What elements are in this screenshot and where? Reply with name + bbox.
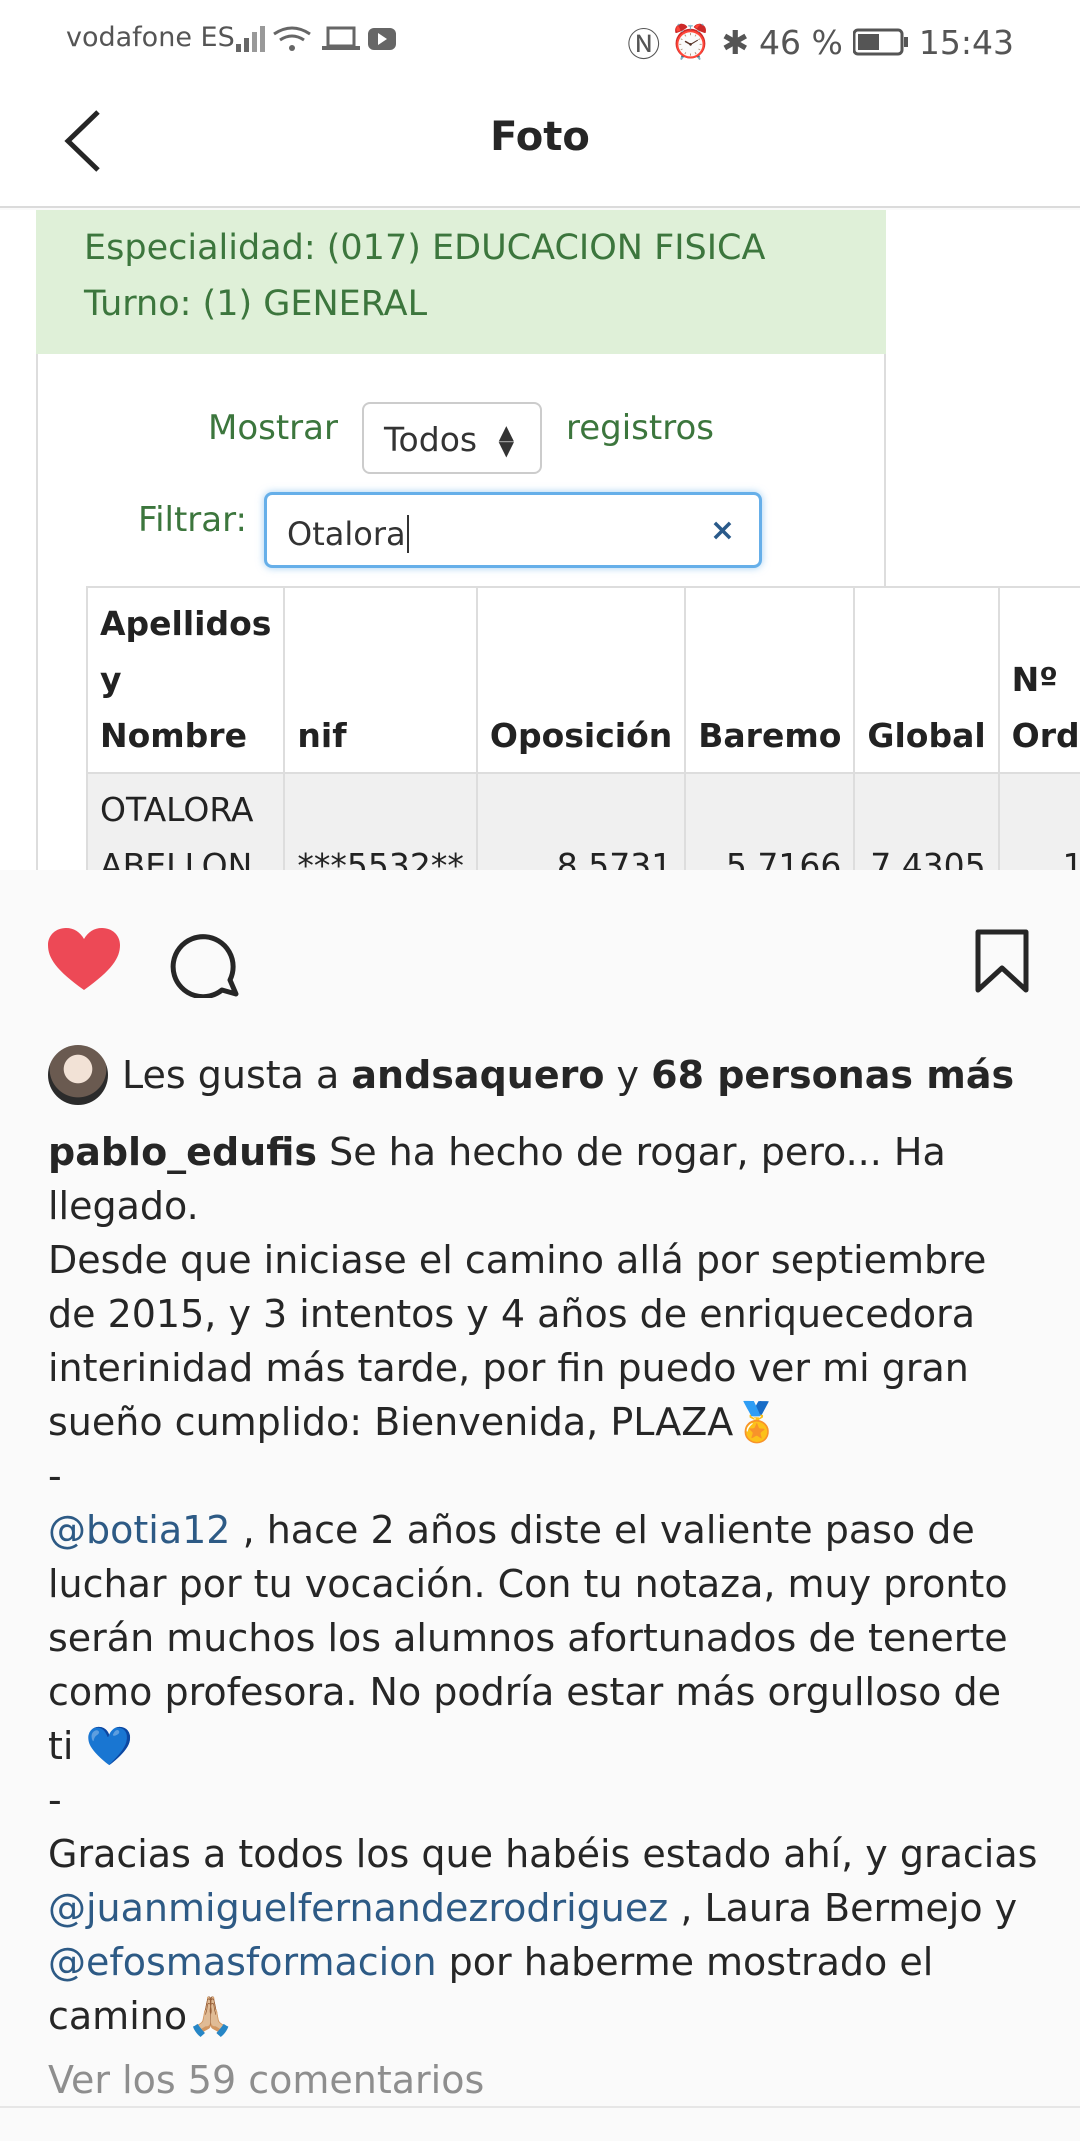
post-actions [0, 920, 1080, 1010]
status-right: Ⓝ ⏰ ✱ 46 % 15:43 [627, 18, 1014, 66]
photo-alert-box: Especialidad: (017) EDUCACION FISICA Tur… [36, 210, 886, 354]
table-header: nif [283, 586, 478, 774]
caption-username[interactable]: pablo_edufis [48, 1130, 317, 1174]
photo-records-select: Todos ▲ ▼ [362, 402, 542, 474]
photo-results-table: Apellidos y Nombre nif Oposición Baremo … [85, 586, 1080, 870]
table-cell: 8.5731 [475, 772, 687, 870]
table-header: Nº Orden [997, 586, 1080, 774]
alarm-icon: ⏰ [670, 22, 712, 61]
caption-text: Gracias a todos los que habéis estado ah… [48, 1832, 1038, 1876]
caption-paragraph: Desde que iniciase el camino allá por se… [48, 1238, 987, 1444]
likes-and: y [616, 1053, 640, 1097]
photo-filter-value: Otalora [287, 515, 406, 553]
comment-icon[interactable] [170, 928, 240, 998]
sort-arrows-icon: ▲ ▼ [498, 420, 514, 460]
caption-line-1: pablo_edufis Se ha hecho de rogar, pero.… [48, 1125, 1038, 1233]
signal-wifi-icons [236, 26, 396, 52]
avatar [48, 1045, 108, 1105]
photo-select-value: Todos [384, 420, 478, 459]
likes-row[interactable]: Les gusta a andsaquero y 68 personas más [48, 1045, 1014, 1105]
clear-icon: × [709, 513, 735, 548]
photo-turno: Turno: (1) GENERAL [84, 284, 428, 324]
battery-icon [852, 28, 908, 56]
divider [0, 2106, 1080, 2108]
view-comments-link[interactable]: Ver los 59 comentarios [48, 2058, 484, 2102]
table-header: Baremo [684, 586, 856, 774]
caption-text: , Laura Bermejo y [680, 1886, 1018, 1930]
status-bar: vodafone ES Ⓝ ⏰ ✱ 46 % 15:43 [0, 0, 1080, 76]
heart-icon[interactable] [46, 926, 122, 992]
table-cell: OTALORA ABELLON , PABLO [85, 772, 286, 870]
mention-link[interactable]: @juanmiguelfernandezrodriguez [48, 1886, 668, 1930]
post-caption: pablo_edufis Se ha hecho de rogar, pero.… [48, 1125, 1038, 2043]
likes-others[interactable]: 68 personas más [651, 1053, 1014, 1097]
photo-mostrar-label: Mostrar [208, 408, 338, 448]
photo-registros-label: registros [566, 408, 714, 448]
photo-filtrar-label: Filtrar: [138, 500, 247, 540]
page-title: Foto [490, 114, 590, 160]
caption-paragraph: Gracias a todos los que habéis estado ah… [48, 1827, 1038, 2043]
table-cell: 5.7166 [684, 772, 856, 870]
caption-paragraph: @botia12 , hace 2 años diste el valiente… [48, 1503, 1038, 1773]
table-cell: 121 [997, 772, 1080, 870]
likes-prefix: Les gusta a [122, 1053, 340, 1097]
clock: 15:43 [918, 22, 1014, 62]
mention-link[interactable]: @botia12 [48, 1508, 230, 1552]
nfc-icon: Ⓝ [627, 25, 661, 64]
caption-dash: - [48, 1778, 62, 1822]
table-cell: 7.4305 [853, 772, 1000, 870]
post-photo[interactable]: Especialidad: (017) EDUCACION FISICA Tur… [0, 210, 1080, 870]
table-header: Oposición [475, 586, 687, 774]
table-header: Apellidos y Nombre [85, 586, 286, 774]
bookmark-icon[interactable] [974, 928, 1030, 994]
table-header: Global [853, 586, 1000, 774]
table-cell: ***5532** [283, 772, 478, 870]
table-header-row: Apellidos y Nombre nif Oposición Baremo … [85, 586, 1080, 774]
battery-percent: 46 % [759, 22, 843, 62]
table-row: OTALORA ABELLON , PABLO ***5532** 8.5731… [85, 772, 1080, 870]
mention-link[interactable]: @efosmasformacion [48, 1940, 437, 1984]
carrier-label: vodafone ES [66, 22, 235, 53]
nav-bar: Foto [0, 76, 1080, 208]
bluetooth-icon: ✱ [721, 22, 750, 62]
photo-especialidad: Especialidad: (017) EDUCACION FISICA [84, 228, 766, 268]
caption-dash: - [48, 1454, 62, 1498]
photo-filter-input: Otalora × [264, 492, 762, 568]
likes-user[interactable]: andsaquero [351, 1053, 604, 1097]
